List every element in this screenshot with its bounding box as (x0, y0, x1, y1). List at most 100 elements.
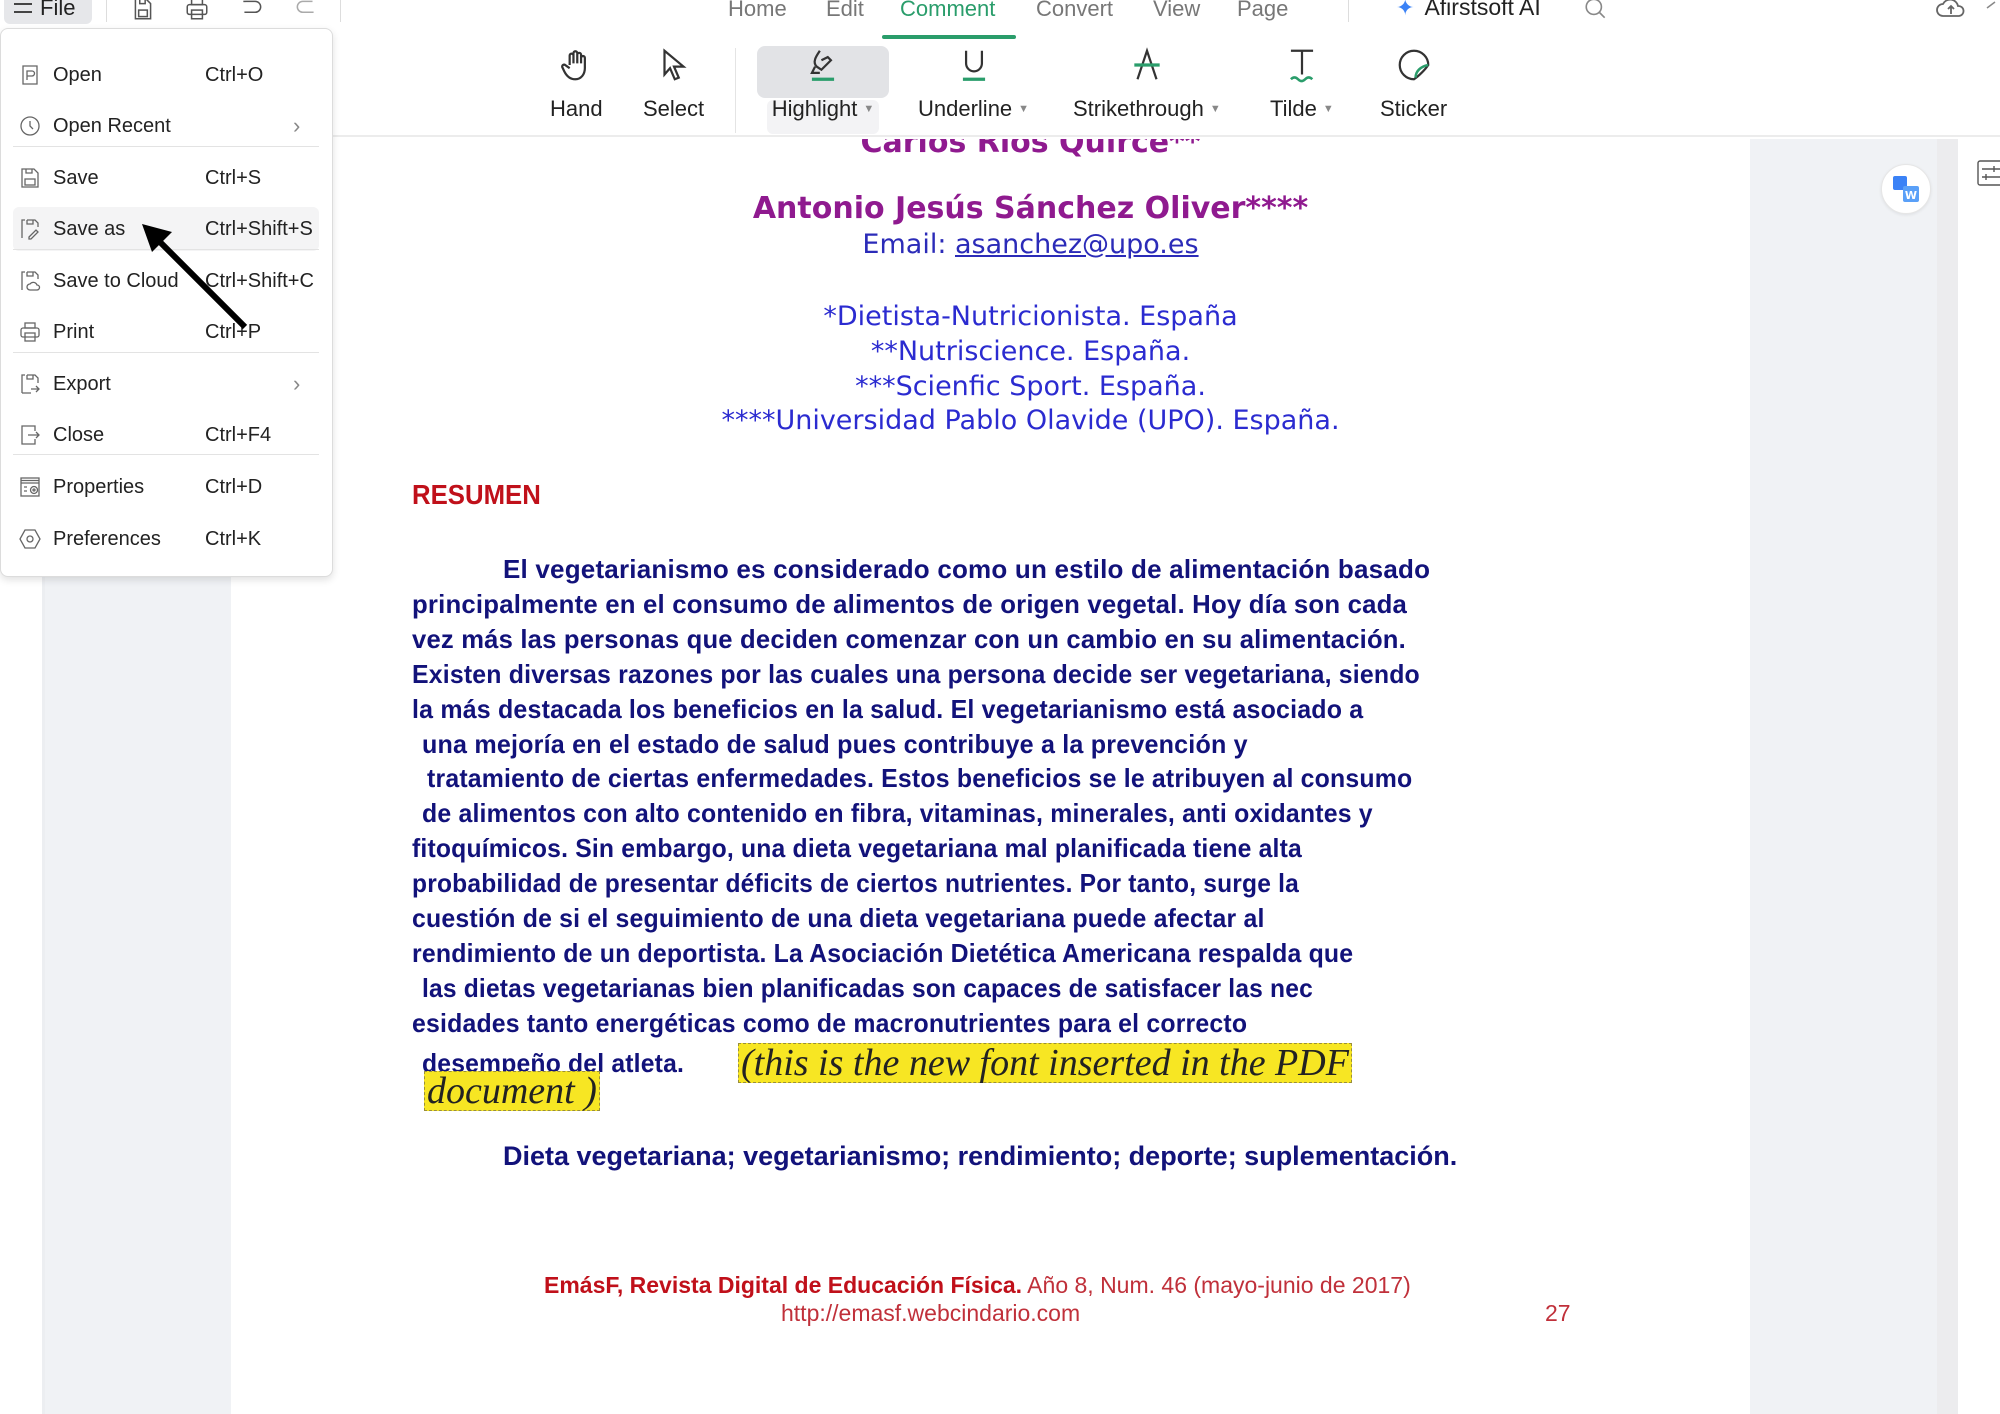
menu-item-save[interactable]: Save Ctrl+S (13, 156, 319, 200)
toolbar-divider (735, 48, 736, 133)
right-side-panel (1958, 139, 2000, 1414)
menu-item-label: Save to Cloud (53, 269, 179, 292)
inserted-text-highlight-line2[interactable]: document ) (424, 1071, 600, 1111)
menu-separator (13, 249, 319, 250)
properties-icon (17, 474, 43, 500)
affiliation-4: ****Universidad Pablo Olavide (UPO). Esp… (721, 405, 1340, 436)
menu-item-preferences[interactable]: Preferences Ctrl+K (13, 517, 319, 561)
menu-item-shortcut: Ctrl+P (205, 320, 262, 343)
file-label: File (40, 0, 76, 20)
tab-page[interactable]: Page (1237, 0, 1288, 22)
menu-item-save-as[interactable]: Save as Ctrl+Shift+S (13, 207, 319, 251)
save-icon[interactable] (129, 0, 157, 22)
abstract-line: rendimiento de un deportista. La Asociac… (412, 937, 1354, 968)
strikethrough-label-wrap: Strikethrough ▼ (1073, 96, 1221, 122)
redo-icon[interactable] (292, 0, 320, 22)
file-menu-button[interactable]: File (4, 0, 92, 24)
affiliation-1: *Dietista-Nutricionista. España (823, 301, 1238, 332)
affiliation-2: **Nutriscience. España. (870, 336, 1191, 367)
menu-item-shortcut: Ctrl+K (205, 527, 262, 550)
hand-label: Hand (550, 96, 603, 121)
menu-item-open[interactable]: Open Ctrl+O (13, 53, 319, 97)
menu-item-save-to-cloud[interactable]: Save to Cloud Ctrl+Shift+C (13, 259, 319, 303)
active-tab-indicator (882, 35, 1016, 39)
divider (340, 0, 341, 22)
preferences-icon (17, 526, 43, 552)
strikethrough-label: Strikethrough (1073, 96, 1204, 121)
save-cloud-icon (17, 268, 43, 294)
menu-item-properties[interactable]: Properties Ctrl+D (13, 465, 319, 509)
menu-item-label: Save as (53, 217, 126, 240)
underline-label-wrap: Underline ▼ (918, 96, 1029, 122)
abstract-line: la más destacada los beneficios en la sa… (412, 693, 1364, 724)
footer-journal-name: EmásF, Revista Digital de Educación Físi… (544, 1272, 1023, 1298)
abstract-line: esidades tanto energéticas como de macro… (412, 1007, 1248, 1038)
tab-home[interactable]: Home (728, 0, 787, 22)
tab-comment[interactable]: Comment (900, 0, 995, 22)
collapse-icon[interactable] (1985, 0, 2000, 16)
menu-item-label: Properties (53, 475, 145, 498)
underline-icon (952, 40, 996, 90)
menu-item-label: Close (53, 423, 105, 446)
vertical-scrollbar[interactable] (1937, 139, 1958, 1414)
menu-item-print[interactable]: Print Ctrl+P (13, 310, 319, 354)
email-label: Email: (862, 229, 955, 260)
highlight-label: Highlight (771, 96, 858, 121)
email-link[interactable]: asanchez@upo.es (955, 229, 1199, 260)
caret-down-icon[interactable]: ▼ (863, 103, 874, 115)
translate-button[interactable]: W (1881, 164, 1931, 214)
select-label: Select (643, 96, 705, 121)
menu-separator (13, 352, 319, 353)
settings-sliders-icon[interactable] (1976, 158, 2000, 188)
ai-assistant-button[interactable]: ✦ Afirstsoft AI (1396, 0, 1541, 21)
abstract-line: principalmente en el consumo de alimento… (412, 588, 1408, 619)
inserted-text-highlight-line1[interactable]: (this is the new font inserted in the PD… (738, 1043, 1352, 1083)
menu-item-export[interactable]: Export › (13, 362, 319, 406)
underline-label: Underline (918, 96, 1013, 121)
tab-edit[interactable]: Edit (826, 0, 864, 22)
menu-item-open-recent[interactable]: Open Recent › (13, 104, 319, 148)
abstract-line: tratamiento de ciertas enfermedades. Est… (427, 763, 1413, 794)
abstract-line: de alimentos con alto contenido en fibra… (422, 798, 1373, 829)
tilde-tool[interactable]: Tilde ▼ (1270, 40, 1334, 122)
abstract-line: una mejoría en el estado de salud pues c… (422, 728, 1248, 759)
search-icon[interactable] (1583, 0, 1609, 22)
affiliation-3: ***Scienfic Sport. España. (855, 371, 1206, 402)
keywords-line: Dieta vegetariana; vegetarianismo; rendi… (503, 1141, 1458, 1171)
select-tool[interactable]: Select (643, 40, 704, 122)
chevron-right-icon: › (293, 113, 301, 138)
sparkle-icon: ✦ (1396, 0, 1415, 20)
highlighter-icon (801, 40, 845, 90)
hand-tool[interactable]: Hand (550, 40, 603, 122)
undo-icon[interactable] (238, 0, 266, 22)
tab-view[interactable]: View (1153, 0, 1200, 22)
page-number: 27 (1545, 1300, 1571, 1326)
print-icon[interactable] (183, 0, 211, 22)
underline-tool[interactable]: Underline ▼ (918, 40, 1029, 122)
menu-separator (13, 454, 319, 455)
footer-issue: Año 8, Num. 46 (mayo-junio de 2017) (1022, 1272, 1411, 1298)
chevron-right-icon: › (293, 371, 301, 396)
highlight-tool[interactable]: Highlight ▼ (757, 40, 889, 134)
author-name: Antonio Jesús Sánchez Oliver**** (752, 191, 1309, 226)
tab-convert[interactable]: Convert (1036, 0, 1113, 22)
abstract-line: las dietas vegetarianas bien planificada… (422, 972, 1313, 1003)
menu-item-shortcut: Ctrl+Shift+S (205, 217, 313, 240)
menu-item-label: Export (53, 372, 111, 395)
menu-item-shortcut: Ctrl+Shift+C (205, 269, 314, 292)
save-icon (17, 165, 43, 191)
caret-down-icon[interactable]: ▼ (1210, 103, 1221, 115)
menu-item-close[interactable]: Close Ctrl+F4 (13, 413, 319, 457)
caret-down-icon[interactable]: ▼ (1323, 103, 1334, 115)
menu-item-shortcut: Ctrl+O (205, 63, 264, 86)
author-name-cut: Carlos Ríos Quirce** (860, 139, 1201, 160)
caret-down-icon[interactable]: ▼ (1018, 103, 1029, 115)
cloud-upload-icon[interactable] (1935, 0, 1967, 22)
export-icon (17, 371, 43, 397)
close-file-icon (17, 422, 43, 448)
hand-icon (554, 40, 598, 90)
strikethrough-tool[interactable]: Strikethrough ▼ (1073, 40, 1221, 122)
tilde-icon (1280, 40, 1324, 90)
abstract-line: El vegetarianismo es considerado como un… (503, 554, 1431, 584)
sticker-tool[interactable]: Sticker (1380, 40, 1447, 122)
